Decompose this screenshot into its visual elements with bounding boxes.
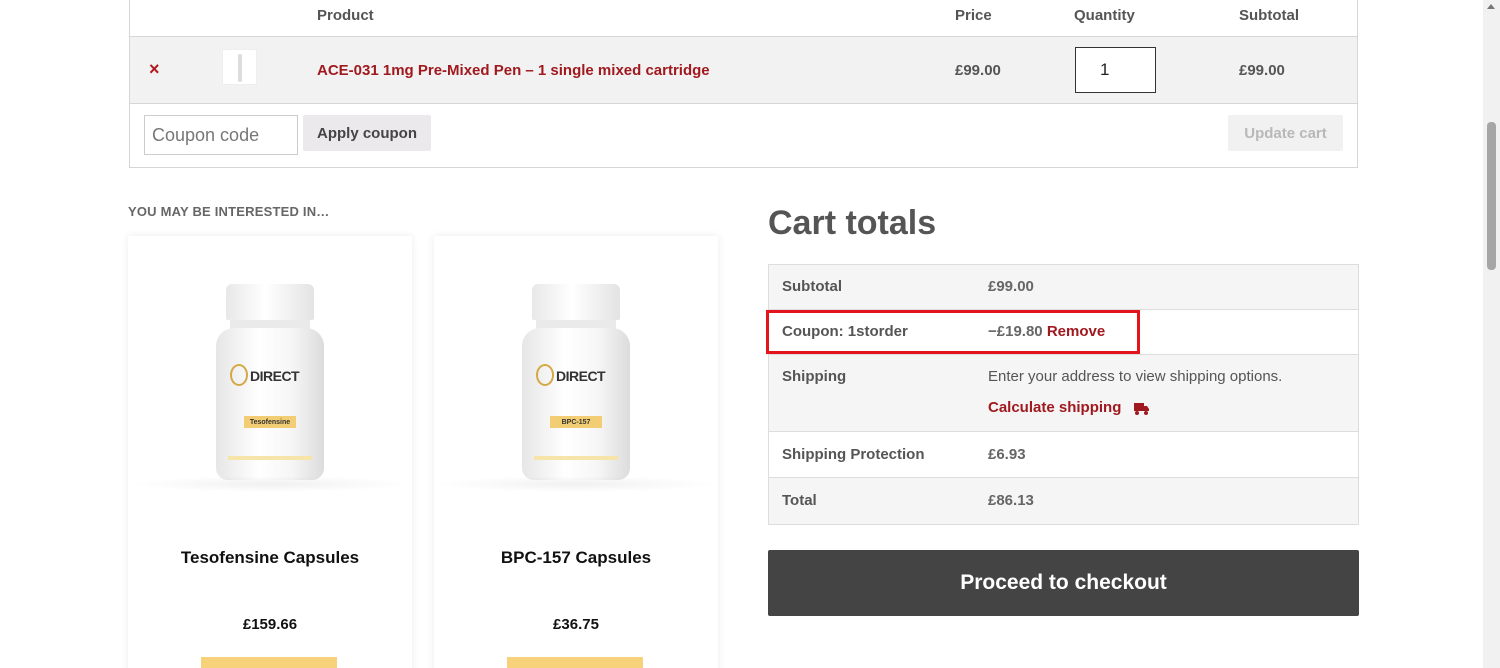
cart-table: Product Price Quantity Subtotal × ACE-03… — [129, 0, 1358, 168]
header-price: Price — [955, 7, 992, 24]
update-cart-button[interactable]: Update cart — [1228, 115, 1343, 151]
pen-image — [238, 54, 242, 82]
bottle-brand: DIRECT — [250, 368, 300, 384]
total-row: Total £86.13 — [769, 478, 1358, 524]
product-link[interactable]: ACE-031 1mg Pre-Mixed Pen – 1 single mix… — [317, 62, 710, 79]
add-to-cart-button[interactable] — [201, 657, 337, 668]
cross-sells-heading: YOU MAY BE INTERESTED IN… — [128, 204, 330, 219]
bottle-label: BPC-157 — [550, 416, 602, 428]
item-price: £99.00 — [955, 61, 1001, 79]
total-value: £86.13 — [988, 492, 1034, 509]
item-subtotal: £99.00 — [1239, 61, 1285, 79]
scrollbar-thumb[interactable] — [1487, 122, 1496, 270]
product-card[interactable]: DIRECT BPC-157 BPC-157 Capsules £36.75 — [434, 236, 718, 668]
product-image-bottle[interactable]: DIRECT BPC-157 — [522, 284, 630, 484]
product-name[interactable]: BPC-157 Capsules — [434, 548, 718, 568]
atom-logo-icon — [536, 364, 554, 386]
shipping-label: Shipping — [782, 368, 847, 385]
product-price: £159.66 — [242, 616, 298, 633]
coupon-highlight-box — [766, 310, 1140, 354]
cart-actions-row: Coupon code Apply coupon Update cart — [130, 104, 1357, 167]
cart-totals-heading: Cart totals — [768, 204, 937, 242]
coupon-code-input[interactable]: Coupon code — [144, 115, 298, 155]
atom-logo-icon — [230, 364, 248, 386]
shipping-protection-row: Shipping Protection £6.93 — [769, 432, 1358, 478]
truck-icon[interactable] — [1133, 402, 1150, 416]
product-price: £36.75 — [553, 616, 599, 633]
remove-item-close-icon[interactable]: × — [149, 59, 160, 80]
proceed-to-checkout-button[interactable]: Proceed to checkout — [768, 550, 1359, 616]
subtotal-row: Subtotal £99.00 — [769, 265, 1358, 310]
apply-coupon-button[interactable]: Apply coupon — [303, 115, 431, 151]
product-image-bottle[interactable]: DIRECT Tesofensine — [216, 284, 324, 484]
product-name[interactable]: Tesofensine Capsules — [128, 548, 412, 568]
shipping-row: Shipping Enter your address to view ship… — [769, 355, 1358, 432]
calculate-shipping-link[interactable]: Calculate shipping — [988, 399, 1121, 416]
product-thumbnail[interactable] — [222, 49, 257, 85]
page-scrollbar[interactable] — [1483, 0, 1500, 668]
product-card[interactable]: DIRECT Tesofensine Tesofensine Capsules … — [128, 236, 412, 668]
header-product: Product — [317, 7, 374, 24]
quantity-input[interactable]: 1 — [1075, 47, 1156, 93]
cart-header-row: Product Price Quantity Subtotal — [130, 0, 1357, 37]
total-label: Total — [782, 492, 817, 509]
shipping-protection-value: £6.93 — [988, 446, 1026, 463]
bottle-label: Tesofensine — [244, 416, 296, 428]
cart-totals-table: Subtotal £99.00 Coupon: 1storder −£19.80… — [768, 264, 1359, 525]
cart-item-row: × ACE-031 1mg Pre-Mixed Pen – 1 single m… — [130, 37, 1357, 104]
shipping-protection-label: Shipping Protection — [782, 446, 925, 463]
subtotal-value: £99.00 — [988, 278, 1034, 295]
shipping-message: Enter your address to view shipping opti… — [988, 368, 1283, 385]
subtotal-label: Subtotal — [782, 278, 842, 295]
bottle-brand: DIRECT — [556, 368, 606, 384]
chevron-up-icon[interactable] — [1487, 4, 1495, 9]
header-quantity: Quantity — [1074, 7, 1135, 24]
header-subtotal: Subtotal — [1239, 7, 1299, 24]
add-to-cart-button[interactable] — [507, 657, 643, 668]
